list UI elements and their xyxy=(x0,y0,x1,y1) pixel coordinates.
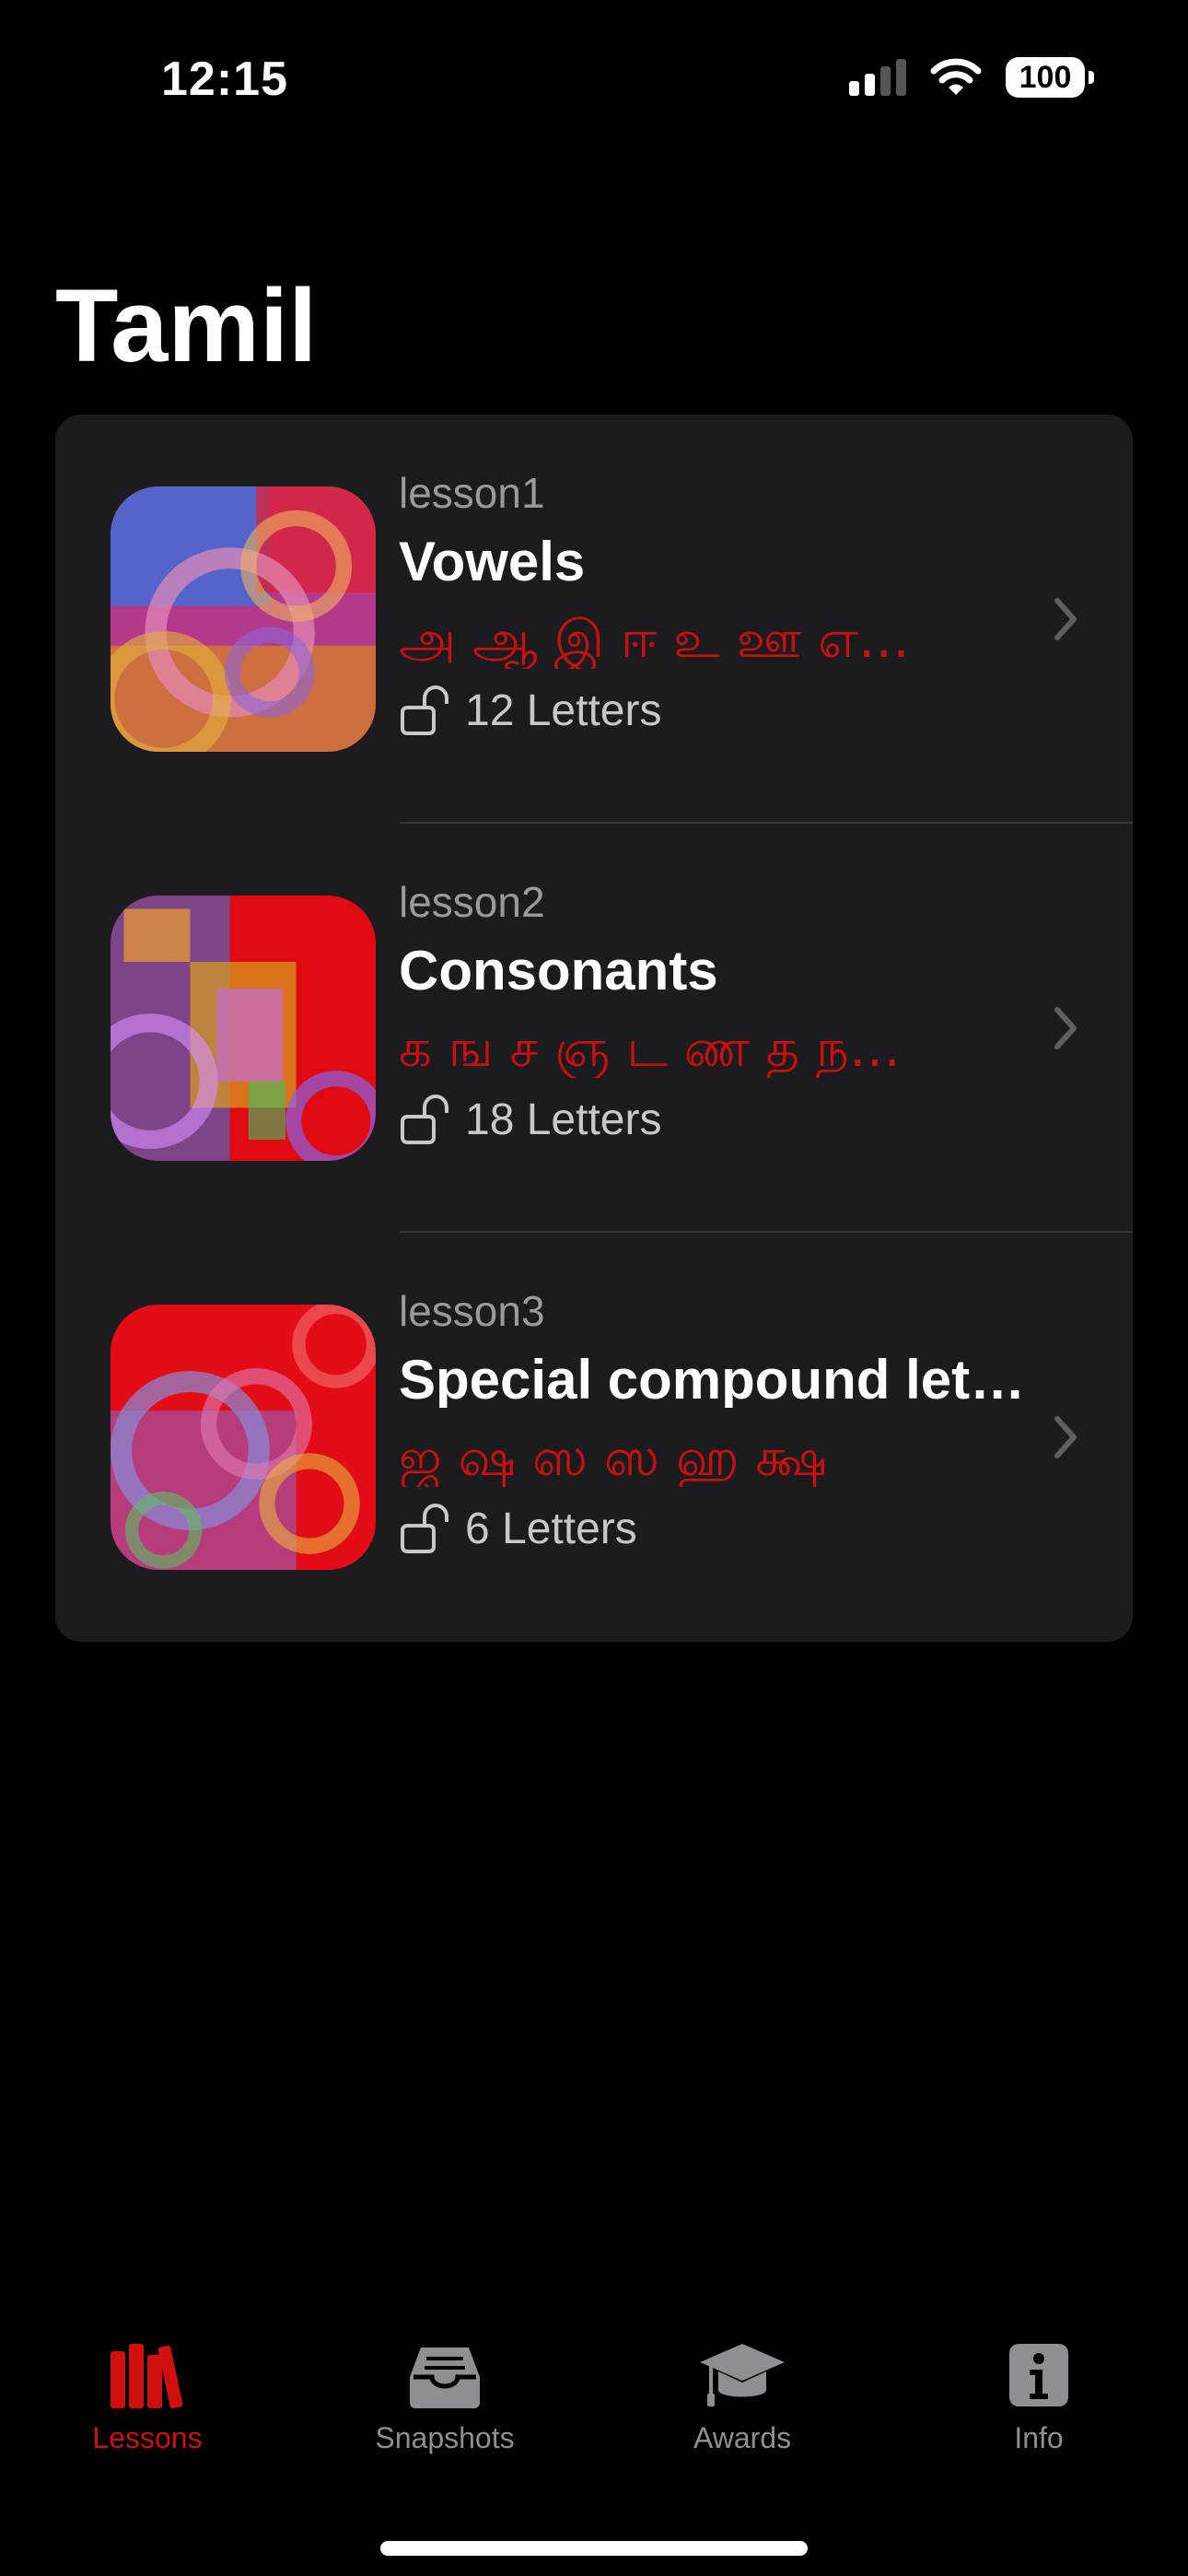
lesson-thumbnail xyxy=(111,896,376,1161)
battery-icon: 100 xyxy=(1006,57,1094,98)
tab-lessons[interactable]: Lessons xyxy=(37,2340,258,2455)
books-icon xyxy=(111,2344,183,2409)
lesson-thumbnail xyxy=(111,1305,376,1570)
lesson-letters: க ங ச ஞ ட ண த ந… xyxy=(399,1021,901,1078)
lesson-row-3[interactable]: lesson3 Special compound let… ஜ ஷ ஸ ஸ ஹ … xyxy=(55,1233,1133,1642)
letter-count: 18 Letters xyxy=(465,1095,662,1144)
unlocked-lock-icon xyxy=(401,1503,448,1553)
tab-label: Lessons xyxy=(92,2421,203,2454)
chevron-right-icon xyxy=(1054,1416,1077,1458)
chevron-right-icon xyxy=(1054,1007,1077,1049)
status-icons: 100 xyxy=(849,57,1094,98)
lesson-letters: ஜ ஷ ஸ ஸ ஹ க்ஷ xyxy=(399,1430,828,1487)
cellular-signal-icon xyxy=(849,59,906,96)
home-indicator[interactable] xyxy=(380,2541,808,2556)
graduation-cap-icon xyxy=(700,2344,785,2406)
lesson-id: lesson2 xyxy=(399,878,545,926)
lesson-title: Special compound let… xyxy=(399,1352,1026,1408)
lesson-thumbnail xyxy=(111,486,376,752)
lesson-title: Vowels xyxy=(399,534,586,590)
lesson-id: lesson3 xyxy=(399,1287,545,1335)
tab-bar: Lessons Snapshots Awards Info xyxy=(0,2340,1188,2488)
tab-label: Snapshots xyxy=(375,2421,515,2454)
tab-label: Awards xyxy=(693,2421,792,2454)
lesson-title: Consonants xyxy=(399,943,718,999)
lesson-id: lesson1 xyxy=(399,469,545,517)
chevron-right-icon xyxy=(1054,598,1077,640)
wifi-icon xyxy=(930,58,982,95)
tab-awards[interactable]: Awards xyxy=(632,2340,853,2455)
tab-label: Info xyxy=(1014,2421,1064,2454)
letter-count: 6 Letters xyxy=(465,1504,637,1553)
status-time: 12:15 xyxy=(161,53,288,106)
tab-snapshots[interactable]: Snapshots xyxy=(334,2340,555,2455)
lesson-row-1[interactable]: lesson1 Vowels அ ஆ இ ஈ உ ஊ எ… 12 Letters xyxy=(55,415,1133,824)
page-title: Tamil xyxy=(55,268,318,383)
unlocked-lock-icon xyxy=(401,1094,448,1144)
tray-icon xyxy=(410,2348,480,2408)
lesson-letters: அ ஆ இ ஈ உ ஊ எ… xyxy=(399,612,910,669)
tab-info[interactable]: Info xyxy=(928,2340,1149,2455)
unlocked-lock-icon xyxy=(401,685,448,735)
lessons-list: lesson1 Vowels அ ஆ இ ஈ உ ஊ எ… 12 Letters xyxy=(55,415,1133,1642)
lesson-row-2[interactable]: lesson2 Consonants க ங ச ஞ ட ண த ந… 18 L… xyxy=(55,824,1133,1233)
letter-count: 12 Letters xyxy=(465,685,662,735)
info-icon xyxy=(1009,2344,1068,2406)
